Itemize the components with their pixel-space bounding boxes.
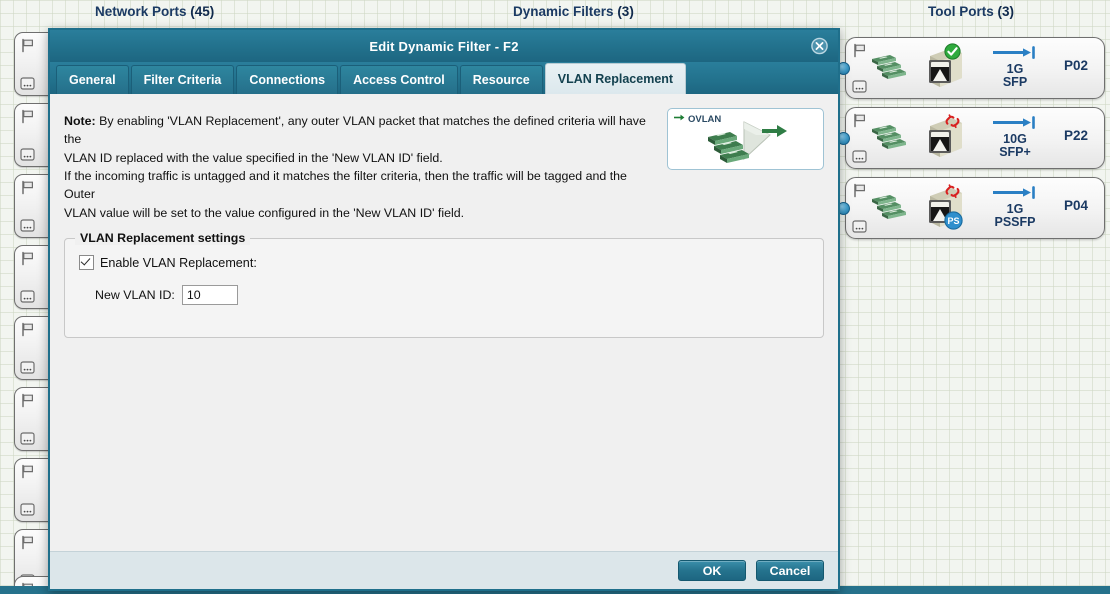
network-ports-list: [0, 28, 48, 594]
port-media-type: SFP: [978, 76, 1052, 89]
svg-text:PS: PS: [947, 216, 959, 226]
red-broken-link-icon: [944, 114, 961, 134]
close-circle-icon[interactable]: [811, 38, 828, 55]
green-check-icon: [944, 43, 961, 65]
column-headers: Network Ports (45) Dynamic Filters (3) T…: [0, 0, 1110, 28]
note-icon: [20, 432, 35, 445]
packet-stack-icon: [870, 190, 918, 229]
port-name: P04: [1064, 198, 1088, 213]
group-title: VLAN Replacement settings: [75, 231, 250, 245]
note-icon: [20, 503, 35, 516]
cancel-button[interactable]: Cancel: [756, 560, 824, 581]
flag-icon: [20, 464, 35, 479]
dialog-tab-bar: GeneralFilter CriteriaConnectionsAccess …: [50, 62, 838, 94]
note-line-3: If the incoming traffic is untagged and …: [64, 167, 655, 204]
new-vlan-id-label: New VLAN ID:: [95, 288, 175, 302]
tab-resource[interactable]: Resource: [460, 65, 543, 94]
port-speed-block: 10GSFP+: [978, 116, 1052, 159]
dynamic-filters-count: (3): [617, 4, 634, 19]
column-header-dynamic-filters: Dynamic Filters (3): [513, 4, 634, 19]
tab-vlan-replacement[interactable]: VLAN Replacement: [545, 63, 686, 94]
packet-filter-icon: [704, 119, 792, 168]
note-icon: [20, 148, 35, 161]
flag-icon: [20, 38, 35, 53]
note-icon: [852, 150, 867, 163]
port-media-type: SFP+: [978, 146, 1052, 159]
column-header-network-ports: Network Ports (45): [95, 4, 214, 19]
enable-vlan-replacement-checkbox[interactable]: [79, 255, 94, 270]
tab-access-control[interactable]: Access Control: [340, 65, 458, 94]
flag-icon: [852, 113, 867, 128]
arrow-to-bar-icon: [978, 186, 1052, 202]
flag-icon: [852, 183, 867, 198]
green-arrow-right-icon: [674, 113, 685, 125]
dynamic-filters-label: Dynamic Filters: [513, 4, 614, 19]
tool-ports-count: (3): [998, 4, 1015, 19]
note-icon: [852, 80, 867, 93]
ps-badge-icon: PS: [944, 211, 963, 235]
ok-button[interactable]: OK: [678, 560, 746, 581]
tool-port-card[interactable]: PS 1GPSSFP P04: [845, 177, 1105, 239]
arrow-to-bar-icon: [978, 116, 1052, 132]
dialog-body: Note: By enabling 'VLAN Replacement', an…: [50, 94, 838, 551]
red-broken-link-icon: [944, 184, 961, 204]
note-icon: [20, 77, 35, 90]
column-header-tool-ports: Tool Ports (3): [928, 4, 1014, 19]
port-media-type: PSSFP: [978, 216, 1052, 229]
note-line-4: VLAN value will be set to the value conf…: [64, 204, 655, 222]
enable-vlan-replacement-row[interactable]: Enable VLAN Replacement:: [79, 255, 809, 270]
note-line-2: VLAN ID replaced with the value specifie…: [64, 149, 655, 167]
flag-icon: [20, 180, 35, 195]
network-ports-label: Network Ports: [95, 4, 187, 19]
packet-stack-icon: [870, 50, 918, 89]
vlan-replacement-settings-group: VLAN Replacement settings Enable VLAN Re…: [64, 238, 824, 338]
arrow-to-bar-icon: [978, 46, 1052, 62]
port-speed-block: 1GPSSFP: [978, 186, 1052, 229]
enable-vlan-replacement-label: Enable VLAN Replacement:: [100, 256, 257, 270]
packet-stack-icon: [870, 120, 918, 159]
flag-icon: [20, 251, 35, 266]
tool-ports-list: 1GSFP P02 10GSFP+ P22 PS 1GPSSFP P04: [840, 30, 1110, 245]
tab-connections[interactable]: Connections: [236, 65, 338, 94]
note-icon: [20, 361, 35, 374]
note-icon: [20, 219, 35, 232]
tool-port-card[interactable]: 10GSFP+ P22: [845, 107, 1105, 169]
note-line-1: By enabling 'VLAN Replacement', any oute…: [64, 114, 646, 146]
note-section: Note: By enabling 'VLAN Replacement', an…: [64, 106, 824, 222]
network-ports-count: (45): [190, 4, 214, 19]
port-name: P22: [1064, 128, 1088, 143]
flag-icon: [20, 393, 35, 408]
note-prefix: Note:: [64, 114, 96, 128]
flag-icon: [852, 43, 867, 58]
tool-port-card[interactable]: 1GSFP P02: [845, 37, 1105, 99]
tab-filter-criteria[interactable]: Filter Criteria: [131, 65, 235, 94]
new-vlan-id-input[interactable]: [182, 285, 238, 305]
dialog-footer: OK Cancel: [50, 551, 838, 589]
flag-icon: [20, 535, 35, 550]
tool-ports-label: Tool Ports: [928, 4, 994, 19]
tab-general[interactable]: General: [56, 65, 129, 94]
ovlan-diagram: OVLAN: [667, 108, 824, 170]
note-icon: [852, 220, 867, 233]
flag-icon: [20, 322, 35, 337]
dialog-title: Edit Dynamic Filter - F2: [369, 39, 518, 54]
dialog-title-bar: Edit Dynamic Filter - F2: [50, 30, 838, 62]
flag-icon: [20, 109, 35, 124]
port-speed-block: 1GSFP: [978, 46, 1052, 89]
note-text: Note: By enabling 'VLAN Replacement', an…: [64, 106, 655, 222]
new-vlan-id-row: New VLAN ID:: [95, 285, 809, 305]
note-icon: [20, 290, 35, 303]
edit-dynamic-filter-dialog: Edit Dynamic Filter - F2 GeneralFilter C…: [48, 28, 840, 591]
port-name: P02: [1064, 58, 1088, 73]
